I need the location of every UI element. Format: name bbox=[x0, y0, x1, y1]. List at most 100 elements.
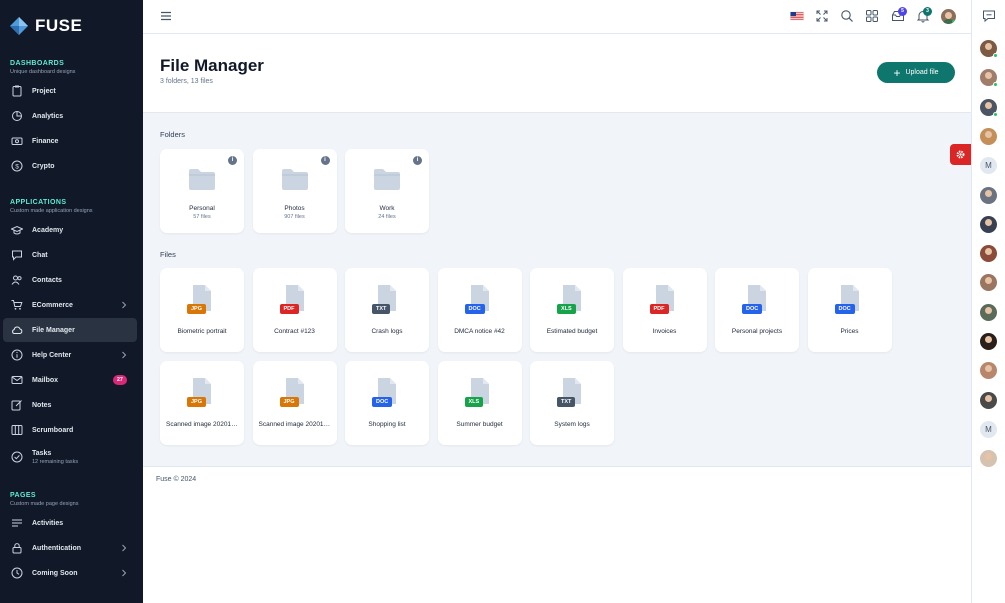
contact-avatar[interactable] bbox=[980, 98, 998, 117]
file-card[interactable]: XLS Summer budget bbox=[437, 361, 522, 445]
file-card[interactable]: PDF Contract #123 bbox=[252, 268, 337, 352]
file-card[interactable]: XLS Estimated budget bbox=[530, 268, 614, 352]
cash-icon bbox=[11, 137, 23, 145]
file-card[interactable]: PDF Invoices bbox=[622, 268, 707, 352]
file-type-badge: DOC bbox=[372, 397, 393, 407]
file-card[interactable]: JPG Biometric portrait bbox=[160, 268, 244, 352]
sidebar-item-label: Academy bbox=[32, 226, 64, 234]
folder-card[interactable]: i Photos 907 files bbox=[252, 149, 337, 233]
folder-card[interactable]: i Personal 57 files bbox=[160, 149, 244, 233]
sidebar-item-mailbox[interactable]: Mailbox 27 bbox=[3, 368, 137, 392]
files-section-title: Files bbox=[160, 250, 176, 259]
file-type-badge: TXT bbox=[557, 397, 576, 407]
info-icon[interactable]: i bbox=[320, 156, 330, 165]
folder-icon bbox=[374, 169, 400, 190]
quick-chat-panel: MM bbox=[971, 0, 1005, 603]
contact-avatar[interactable] bbox=[980, 69, 998, 88]
sidebar-item-contacts[interactable]: Contacts bbox=[3, 268, 137, 292]
menu-toggle-icon[interactable] bbox=[160, 11, 172, 21]
file-type-badge: XLS bbox=[464, 397, 484, 407]
contact-avatar[interactable] bbox=[980, 215, 997, 233]
file-card[interactable]: DOC Personal projects bbox=[715, 268, 799, 352]
sidebar-item-label: Scrumboard bbox=[32, 426, 74, 434]
us-flag-icon[interactable] bbox=[790, 9, 804, 23]
shopping-cart-icon bbox=[11, 300, 23, 310]
contact-avatar[interactable] bbox=[980, 391, 997, 409]
chevron-right-icon bbox=[122, 544, 127, 552]
footer: Fuse © 2024 bbox=[143, 466, 971, 494]
avatar-face bbox=[985, 130, 992, 138]
messages-badge: 5 bbox=[898, 7, 907, 16]
info-icon[interactable]: i bbox=[413, 156, 422, 165]
file-type-badge: TXT bbox=[372, 304, 391, 314]
file-card[interactable]: JPG Scanned image 20201012-2 bbox=[252, 361, 337, 445]
sidebar-item-analytics[interactable]: Analytics bbox=[3, 104, 137, 128]
sidebar-item-crypto[interactable]: $ Crypto bbox=[3, 154, 137, 178]
search-icon[interactable] bbox=[840, 9, 854, 23]
tasks-subtitle: 12 remaining tasks bbox=[32, 458, 79, 465]
contact-avatar[interactable] bbox=[980, 362, 997, 380]
sidebar-item-file-manager[interactable]: File Manager bbox=[3, 318, 137, 342]
brand[interactable]: FUSE bbox=[0, 0, 143, 52]
sidebar-item-academy[interactable]: Academy bbox=[3, 218, 137, 242]
chat-bubble-icon[interactable] bbox=[982, 9, 996, 23]
brand-name: FUSE bbox=[35, 16, 83, 35]
contact-avatar[interactable] bbox=[980, 274, 997, 292]
contact-avatar-initial[interactable]: M bbox=[980, 157, 997, 175]
gear-icon bbox=[956, 150, 965, 159]
group-subtitle-pages: Custom made page designs bbox=[10, 501, 79, 507]
sidebar-item-label: Chat bbox=[32, 251, 48, 259]
contact-avatar[interactable] bbox=[980, 245, 997, 263]
online-status-dot bbox=[993, 82, 998, 88]
file-card[interactable]: DOC Shopping list bbox=[345, 361, 429, 445]
sidebar-item-help-center[interactable]: Help Center bbox=[3, 343, 137, 367]
clipboard-icon bbox=[12, 85, 22, 97]
sidebar-item-finance[interactable]: Finance bbox=[3, 129, 137, 153]
file-card[interactable]: DOC DMCA notice #42 bbox=[437, 268, 522, 352]
contact-avatar[interactable] bbox=[980, 333, 997, 350]
sidebar-item-notes[interactable]: Notes bbox=[3, 393, 137, 417]
sidebar-item-authentication[interactable]: Authentication bbox=[3, 536, 137, 560]
lock-icon bbox=[12, 543, 22, 554]
sidebar-item-label: Finance bbox=[32, 137, 59, 145]
sidebar-item-chat[interactable]: Chat bbox=[3, 243, 137, 267]
online-status-dot bbox=[993, 53, 998, 58]
contact-avatar-initial[interactable]: M bbox=[980, 420, 997, 438]
fuse-logo-icon bbox=[10, 17, 28, 35]
file-type-badge: JPG bbox=[279, 397, 299, 407]
file-card[interactable]: JPG Scanned image 20201012-1 bbox=[160, 361, 244, 445]
sidebar-item-project[interactable]: Project bbox=[3, 79, 137, 103]
contact-avatar[interactable] bbox=[980, 450, 997, 468]
footer-text: Fuse © 2024 bbox=[156, 476, 197, 483]
file-type-badge: DOC bbox=[464, 304, 485, 314]
contact-avatar[interactable] bbox=[980, 303, 997, 321]
file-card[interactable]: TXT System logs bbox=[530, 361, 614, 445]
contact-avatar[interactable] bbox=[980, 186, 997, 204]
sidebar-item-activities[interactable]: Activities bbox=[3, 511, 137, 535]
settings-button[interactable] bbox=[950, 144, 971, 165]
folder-name: Personal bbox=[189, 205, 215, 212]
notifications-badge: 3 bbox=[923, 7, 932, 16]
contact-avatar[interactable] bbox=[980, 127, 997, 145]
file-name: Personal projects bbox=[731, 328, 783, 335]
mail-icon bbox=[11, 376, 23, 384]
folder-card[interactable]: i Work 24 files bbox=[345, 149, 429, 233]
fullscreen-icon[interactable] bbox=[815, 9, 829, 23]
mailbox-count-badge: 27 bbox=[112, 375, 127, 385]
sidebar-item-label: Contacts bbox=[32, 276, 62, 284]
file-card[interactable]: TXT Crash logs bbox=[345, 268, 429, 352]
file-manager-content: Folders i Personal 57 files i Photos 907 file… bbox=[143, 113, 971, 466]
upload-file-button[interactable]: + Upload file bbox=[877, 62, 955, 83]
shortcuts-icon[interactable] bbox=[865, 9, 879, 23]
user-avatar[interactable] bbox=[941, 9, 956, 24]
sidebar-item-ecommerce[interactable]: ECommerce bbox=[3, 293, 137, 317]
contact-avatar[interactable] bbox=[980, 40, 998, 58]
sidebar-item-tasks[interactable]: Tasks 12 remaining tasks bbox=[3, 443, 137, 471]
avatar-face bbox=[985, 218, 992, 226]
sidebar-item-scrumboard[interactable]: Scrumboard bbox=[3, 418, 137, 442]
file-card[interactable]: DOC Prices bbox=[807, 268, 892, 352]
sidebar-item-coming-soon[interactable]: Coming Soon bbox=[3, 561, 137, 585]
avatar-face bbox=[985, 306, 992, 314]
info-icon[interactable]: i bbox=[228, 156, 237, 165]
file-type-badge: PDF bbox=[649, 304, 669, 314]
